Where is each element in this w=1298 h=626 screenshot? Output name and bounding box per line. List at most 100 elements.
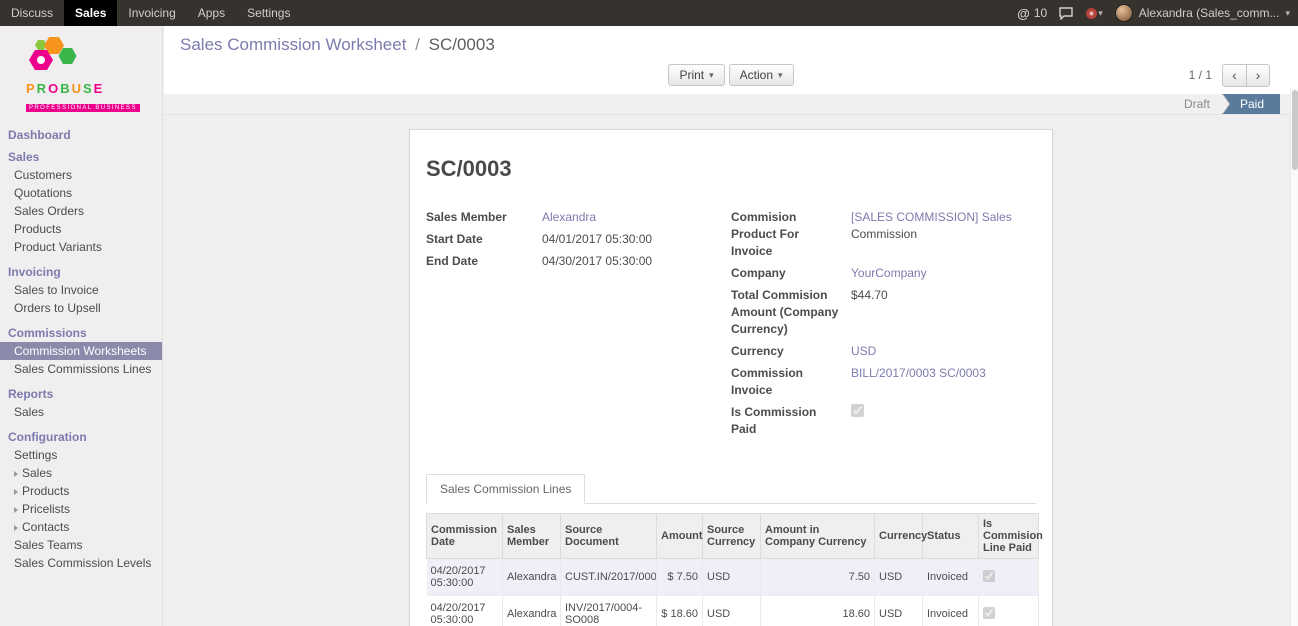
- tab-sales-commission-lines[interactable]: Sales Commission Lines: [426, 474, 585, 504]
- topbar: Discuss Sales Invoicing Apps Settings @ …: [0, 0, 1298, 26]
- cell-status: Invoiced: [923, 596, 979, 626]
- topbar-menu-apps[interactable]: Apps: [187, 0, 236, 26]
- scrollbar-thumb[interactable]: [1292, 90, 1298, 170]
- sidebar-item-config-contacts[interactable]: Contacts: [0, 518, 162, 536]
- sidebar-heading-sales[interactable]: Sales: [0, 148, 162, 166]
- sidebar-item-sales-commission-levels[interactable]: Sales Commission Levels: [0, 554, 162, 572]
- sidebar-heading-invoicing[interactable]: Invoicing: [0, 263, 162, 281]
- col-header-currency[interactable]: Currency: [875, 514, 923, 559]
- sidebar-item-sales-to-invoice[interactable]: Sales to Invoice: [0, 281, 162, 299]
- sidebar-item-label: Sales: [22, 466, 52, 480]
- sidebar-item-config-products[interactable]: Products: [0, 482, 162, 500]
- pager-previous-button[interactable]: ‹: [1222, 64, 1246, 87]
- user-name: Alexandra (Sales_comm...: [1139, 6, 1280, 20]
- app-window: Discuss Sales Invoicing Apps Settings @ …: [0, 0, 1298, 626]
- sidebar-item-sales-teams[interactable]: Sales Teams: [0, 536, 162, 554]
- topbar-menu-invoicing[interactable]: Invoicing: [117, 0, 186, 26]
- pager-value: 1 / 1: [1189, 68, 1212, 82]
- sidebar-heading-configuration[interactable]: Configuration: [0, 428, 162, 446]
- sidebar-item-orders-to-upsell[interactable]: Orders to Upsell: [0, 299, 162, 317]
- sidebar-item-label: Products: [22, 484, 69, 498]
- status-step-paid[interactable]: Paid: [1222, 94, 1280, 114]
- sidebar-heading-commissions[interactable]: Commissions: [0, 324, 162, 342]
- logo-letter: U: [72, 81, 83, 96]
- sidebar-heading-dashboard[interactable]: Dashboard: [0, 126, 162, 144]
- expand-icon: [14, 471, 18, 477]
- mention-count: 10: [1034, 6, 1047, 20]
- logo-letter: P: [26, 81, 37, 96]
- end-date-value: 04/30/2017 05:30:00: [542, 253, 731, 270]
- avatar: [1115, 4, 1133, 22]
- sidebar-item-product-variants[interactable]: Product Variants: [0, 238, 162, 256]
- logo-letter: E: [94, 81, 105, 96]
- user-menu[interactable]: Alexandra (Sales_comm... ▾: [1115, 4, 1290, 22]
- table-header-row: Commission Date Sales Member Source Docu…: [427, 514, 1039, 559]
- table-row[interactable]: 04/20/2017 05:30:00 Alexandra INV/2017/0…: [427, 596, 1039, 626]
- topbar-menu-settings[interactable]: Settings: [236, 0, 301, 26]
- col-header-sales-member[interactable]: Sales Member: [503, 514, 561, 559]
- logo-letter: O: [48, 81, 60, 96]
- status-step-draft[interactable]: Draft: [1172, 94, 1222, 114]
- field-group-left: Sales Member Alexandra Start Date 04/01/…: [426, 209, 731, 443]
- field-group-right: Commision Product For Invoice [SALES COM…: [731, 209, 1036, 443]
- toolbar: Print ▾ Action ▾ 1 / 1 ‹ ›: [180, 63, 1282, 87]
- sidebar-heading-reports[interactable]: Reports: [0, 385, 162, 403]
- print-button[interactable]: Print ▾: [668, 64, 724, 86]
- cell-line-paid: [979, 596, 1039, 626]
- main-content: Sales Commission Worksheet / SC/0003 Pri…: [164, 26, 1298, 626]
- cell-company-amount: 7.50: [761, 559, 875, 596]
- col-header-status[interactable]: Status: [923, 514, 979, 559]
- end-date-label: End Date: [426, 253, 542, 270]
- currency-value-link[interactable]: USD: [851, 344, 876, 358]
- topbar-menu-discuss[interactable]: Discuss: [0, 0, 64, 26]
- breadcrumb-parent-link[interactable]: Sales Commission Worksheet: [180, 35, 406, 54]
- app-logo[interactable]: PROBUSE PROFESSIONAL BUSINESS: [0, 26, 162, 122]
- sales-member-value-link[interactable]: Alexandra: [542, 210, 596, 224]
- debug-menu[interactable]: ▾: [1085, 7, 1103, 20]
- messages-icon[interactable]: [1059, 7, 1073, 20]
- col-header-source-currency[interactable]: Source Currency: [703, 514, 761, 559]
- mentions-counter[interactable]: @ 10: [1017, 6, 1047, 21]
- sidebar-item-reports-sales[interactable]: Sales: [0, 403, 162, 421]
- sidebar-item-sales-commissions-lines[interactable]: Sales Commissions Lines: [0, 360, 162, 378]
- logo-letter: R: [37, 81, 48, 96]
- action-button[interactable]: Action ▾: [729, 64, 794, 86]
- cell-currency: USD: [875, 596, 923, 626]
- sidebar-item-config-pricelists[interactable]: Pricelists: [0, 500, 162, 518]
- sidebar-item-config-sales[interactable]: Sales: [0, 464, 162, 482]
- total-commission-amount-label: Total Commision Amount (Company Currency…: [731, 287, 851, 338]
- breadcrumb-separator: /: [415, 35, 420, 54]
- commission-invoice-value-link[interactable]: BILL/2017/0003 SC/0003: [851, 366, 986, 380]
- logo-letter: B: [60, 81, 71, 96]
- sidebar-item-products[interactable]: Products: [0, 220, 162, 238]
- statusbar: Draft Paid: [164, 94, 1298, 115]
- pager-next-button[interactable]: ›: [1246, 64, 1270, 87]
- print-button-label: Print: [679, 68, 704, 82]
- col-header-company-amount[interactable]: Amount in Company Currency: [761, 514, 875, 559]
- commission-invoice-label: Commission Invoice: [731, 365, 851, 399]
- commission-product-value-link[interactable]: [SALES COMMISSION] Sales: [851, 210, 1012, 224]
- cell-commission-date: 04/20/2017 05:30:00: [427, 596, 503, 626]
- cell-sales-member: Alexandra: [503, 559, 561, 596]
- logo-tagline: PROFESSIONAL BUSINESS: [26, 104, 140, 112]
- col-header-source-document[interactable]: Source Document: [561, 514, 657, 559]
- logo-wordmark: PROBUSE: [26, 81, 162, 96]
- sidebar-item-commission-worksheets[interactable]: Commission Worksheets: [0, 342, 162, 360]
- col-header-line-paid[interactable]: Is Commision Line Paid: [979, 514, 1039, 559]
- pager: 1 / 1 ‹ ›: [1189, 63, 1270, 87]
- sidebar-item-customers[interactable]: Customers: [0, 166, 162, 184]
- col-header-amount[interactable]: Amount: [657, 514, 703, 559]
- sidebar-item-sales-orders[interactable]: Sales Orders: [0, 202, 162, 220]
- start-date-label: Start Date: [426, 231, 542, 248]
- topbar-menu-sales[interactable]: Sales: [64, 0, 117, 26]
- sidebar-item-settings[interactable]: Settings: [0, 446, 162, 464]
- company-value-link[interactable]: YourCompany: [851, 266, 927, 280]
- vertical-scrollbar[interactable]: [1290, 88, 1298, 626]
- col-header-commission-date[interactable]: Commission Date: [427, 514, 503, 559]
- table-row[interactable]: 04/20/2017 05:30:00 Alexandra CUST.IN/20…: [427, 559, 1039, 596]
- field-groups: Sales Member Alexandra Start Date 04/01/…: [426, 209, 1036, 443]
- sidebar-item-quotations[interactable]: Quotations: [0, 184, 162, 202]
- action-button-label: Action: [740, 68, 773, 82]
- form-sheet: SC/0003 Sales Member Alexandra Start Dat…: [409, 129, 1053, 626]
- commission-lines-table: Commission Date Sales Member Source Docu…: [426, 513, 1039, 626]
